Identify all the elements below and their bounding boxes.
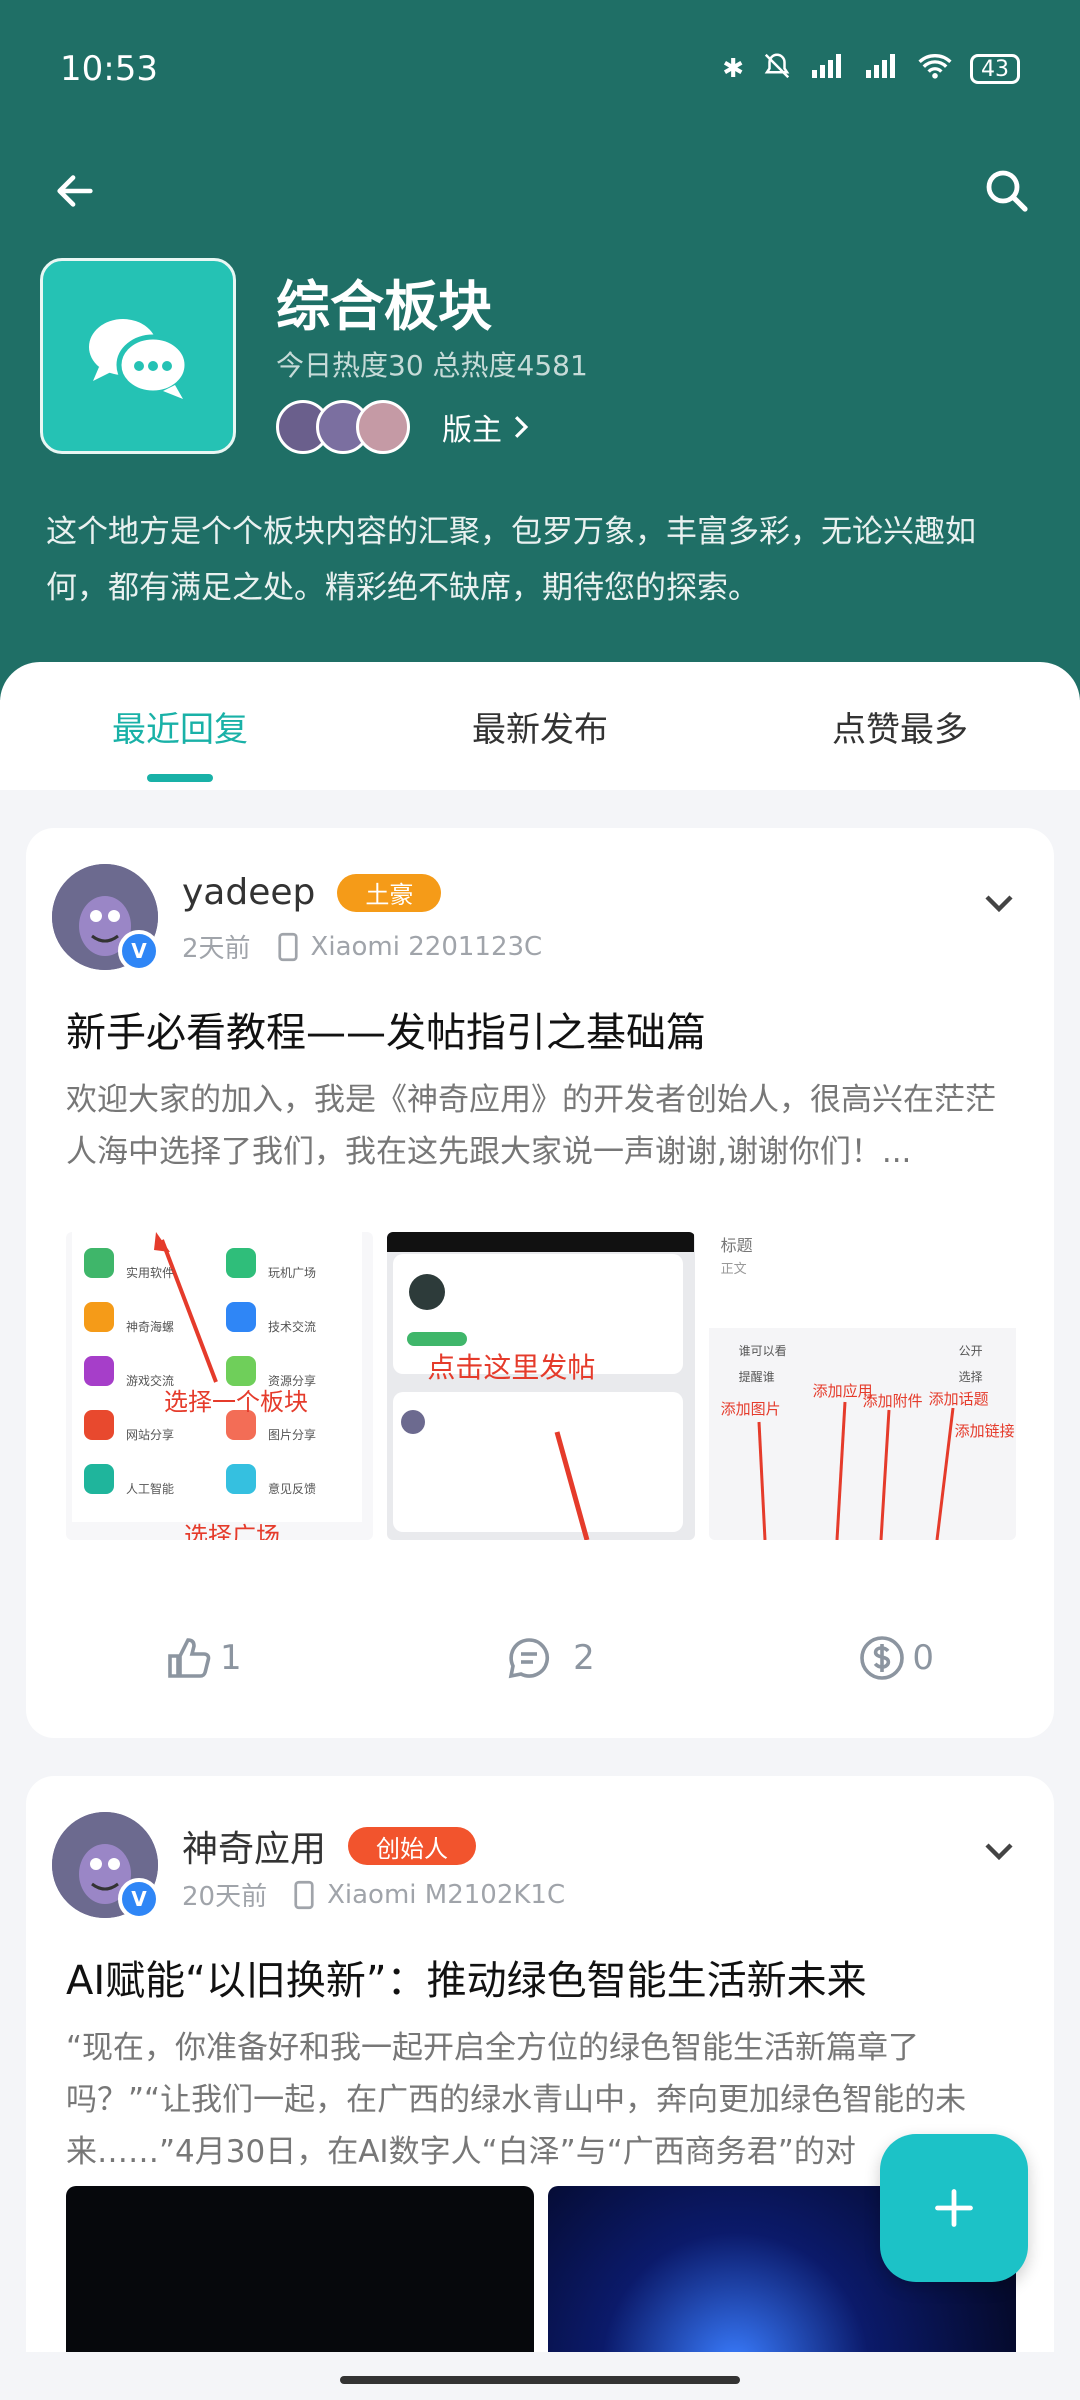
username: yadeep bbox=[182, 872, 316, 913]
post-image-3[interactable]: 标题 正文 谁可以看 公开 提醒谁 选择 添加应用 添加图片 添加附件 添加话题… bbox=[708, 1232, 1016, 1540]
comment-count: 2 bbox=[573, 1638, 595, 1678]
coin-icon bbox=[860, 1636, 905, 1680]
mini-app-label: 玩机广场 bbox=[268, 1266, 317, 1280]
moderator-link[interactable]: 版主 bbox=[442, 405, 530, 449]
tab-bar: 最近回复 最新发布 点赞最多 bbox=[0, 662, 1080, 790]
board-header: 10:53 ✱ 43 综合板块 今日热度30 总热度4581 版主 这个地方是个… bbox=[0, 0, 1080, 700]
post-card[interactable]: V yadeep 土豪 2天前 Xiaomi 2201123C 新手必看教程——… bbox=[26, 828, 1054, 1738]
status-time: 10:53 bbox=[60, 49, 158, 89]
tab-most-liked[interactable]: 点赞最多 bbox=[720, 662, 1080, 790]
status-bar: 10:53 ✱ 43 bbox=[60, 44, 1020, 94]
board-title: 综合板块 bbox=[276, 275, 492, 338]
moderators[interactable]: 版主 bbox=[276, 400, 530, 454]
post-image-1[interactable]: 实用软件 玩机广场 神奇海螺 技术交流 游戏交流 资源分享 网站分享 图片分享 … bbox=[66, 1232, 374, 1540]
verified-badge-icon: V bbox=[118, 1878, 160, 1920]
post-excerpt: “现在，你准备好和我一起开启全方位的绿色智能生活新篇章了吗？”“让我们一起，在广… bbox=[66, 2030, 967, 2170]
post-device: Xiaomi M2102K1C bbox=[327, 1879, 566, 1910]
mini-app-label: 技术交流 bbox=[268, 1320, 317, 1334]
board-stats: 今日热度30 总热度4581 bbox=[276, 349, 588, 382]
mini-app-label: 图片分享 bbox=[268, 1428, 317, 1442]
coin-count: 0 bbox=[912, 1638, 934, 1678]
post-meta: 20天前 Xiaomi M2102K1C bbox=[182, 1876, 565, 1913]
signal-icon-2 bbox=[864, 52, 900, 87]
mini-app-label: 实用软件 bbox=[126, 1266, 175, 1280]
mute-icon bbox=[762, 51, 792, 88]
battery-icon: 43 bbox=[970, 54, 1020, 84]
back-button[interactable] bbox=[40, 156, 110, 226]
chat-bubbles-icon bbox=[89, 319, 190, 399]
chevron-right-icon bbox=[514, 416, 529, 438]
comment-icon bbox=[508, 1638, 550, 1679]
annotation-select-square: 选择广场 bbox=[184, 1522, 280, 1540]
plus-icon bbox=[935, 2189, 973, 2227]
post-image-2[interactable]: 点击这里发帖 bbox=[387, 1232, 695, 1540]
post-time: 2天前 bbox=[182, 934, 251, 964]
thumbs-up-icon bbox=[168, 1638, 211, 1678]
mini-app-label: 神奇海螺 bbox=[126, 1320, 175, 1334]
search-button[interactable] bbox=[972, 156, 1042, 226]
post-card[interactable]: V 神奇应用 创始人 20天前 Xiaomi M2102K1C AI赋能“以旧换… bbox=[26, 1776, 1054, 2400]
moderator-avatar bbox=[356, 400, 410, 454]
tab-latest-post[interactable]: 最新发布 bbox=[360, 662, 720, 790]
mini-app-label: 人工智能 bbox=[126, 1482, 175, 1496]
post-title[interactable]: AI赋能“以旧换新”：推动绿色智能生活新未来 bbox=[66, 1948, 867, 2006]
post-title[interactable]: 新手必看教程——发帖指引之基础篇 bbox=[66, 1000, 706, 1058]
mini-app-label: 意见反馈 bbox=[268, 1482, 317, 1496]
post-images: 实用软件 玩机广场 神奇海螺 技术交流 游戏交流 资源分享 网站分享 图片分享 … bbox=[66, 1232, 1016, 1540]
verified-badge-icon: V bbox=[118, 930, 160, 972]
home-indicator[interactable] bbox=[340, 2376, 740, 2384]
new-post-button[interactable] bbox=[880, 2134, 1028, 2282]
board-description: 这个地方是个个板块内容的汇聚，包罗万象，丰富多彩，无论兴趣如何，都有满足之处。精… bbox=[46, 514, 976, 606]
board-icon bbox=[40, 258, 236, 454]
post-author[interactable]: 神奇应用 创始人 bbox=[182, 1820, 477, 1872]
user-badge: 土豪 bbox=[337, 873, 442, 912]
phone-icon bbox=[277, 932, 298, 961]
like-button[interactable]: 1 bbox=[166, 1636, 242, 1680]
bluetooth-icon: ✱ bbox=[722, 54, 744, 84]
post-device: Xiaomi 2201123C bbox=[310, 931, 543, 962]
like-count: 1 bbox=[220, 1638, 242, 1678]
post-menu-button[interactable] bbox=[974, 878, 1024, 928]
chevron-down-icon bbox=[985, 895, 1013, 913]
coin-button[interactable]: 0 bbox=[858, 1634, 934, 1682]
user-badge: 创始人 bbox=[348, 1827, 477, 1865]
status-icons: ✱ 43 bbox=[722, 51, 1020, 88]
post-time: 20天前 bbox=[182, 1882, 268, 1912]
post-menu-button[interactable] bbox=[974, 1826, 1024, 1876]
signal-icon bbox=[810, 52, 846, 87]
comment-button[interactable]: 2 bbox=[505, 1634, 595, 1682]
wifi-icon bbox=[918, 52, 952, 87]
mini-app-label: 网站分享 bbox=[126, 1428, 175, 1442]
phone-icon bbox=[294, 1880, 314, 1909]
username: 神奇应用 bbox=[182, 1829, 327, 1870]
annotation-click-post: 点击这里发帖 bbox=[427, 1351, 596, 1384]
post-meta: 2天前 Xiaomi 2201123C bbox=[182, 928, 542, 965]
moderator-label: 版主 bbox=[442, 413, 502, 448]
tab-recent-reply[interactable]: 最近回复 bbox=[0, 662, 360, 790]
chevron-down-icon bbox=[985, 1843, 1013, 1861]
post-actions: 1 2 0 bbox=[26, 1618, 1054, 1698]
annotation-select-board: 选择一个板块 bbox=[164, 1388, 308, 1416]
post-excerpt: 欢迎大家的加入，我是《神奇应用》的开发者创始人，很高兴在茫茫人海中选择了我们，我… bbox=[66, 1082, 996, 1170]
post-author[interactable]: yadeep 土豪 bbox=[182, 872, 442, 913]
